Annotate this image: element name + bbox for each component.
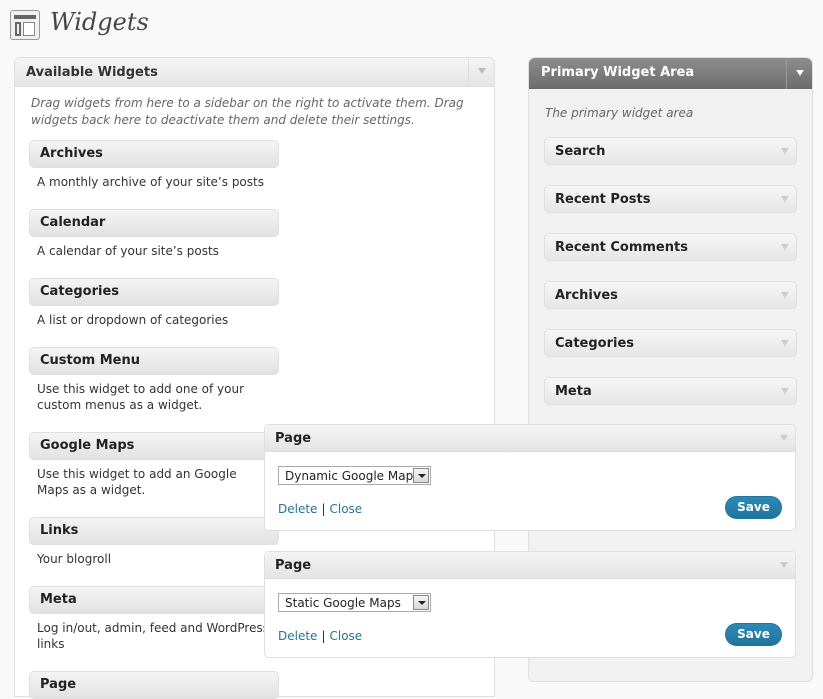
widget-page[interactable]: Page xyxy=(29,671,279,699)
widget-custom-menu[interactable]: Custom Menu Use this widget to add one o… xyxy=(29,347,279,413)
widget-description: A calendar of your site’s posts xyxy=(37,244,219,258)
dropdown-arrow-icon[interactable] xyxy=(413,468,429,483)
chevron-down-icon xyxy=(781,244,789,250)
map-type-selected-value: Dynamic Google Maps xyxy=(285,469,413,483)
collapse-toggle[interactable] xyxy=(773,552,795,578)
sidebar-widget-recent-posts[interactable]: Recent Posts xyxy=(544,185,797,213)
collapse-toggle[interactable] xyxy=(468,58,494,86)
delete-link[interactable]: Delete xyxy=(278,502,317,516)
widget-calendar[interactable]: Calendar A calendar of your site’s posts xyxy=(29,209,279,259)
page-widget-dynamic: Page Dynamic Google Maps Delete | Close Sa… xyxy=(264,424,796,531)
sidebar-widget-label: Archives xyxy=(555,288,618,303)
chevron-down-icon xyxy=(780,562,788,568)
close-link[interactable]: Close xyxy=(329,629,362,643)
sidebar-widget-search[interactable]: Search xyxy=(544,137,797,165)
sidebar-widget-recent-comments[interactable]: Recent Comments xyxy=(544,233,797,261)
chevron-down-icon xyxy=(781,388,789,394)
widget-title[interactable]: Meta xyxy=(29,586,279,614)
sidebar-widget-label: Recent Posts xyxy=(555,192,651,207)
widget-description: A list or dropdown of categories xyxy=(37,313,229,327)
save-button[interactable]: Save xyxy=(725,623,782,646)
sidebar-widget-label: Search xyxy=(555,144,606,159)
chevron-down-icon xyxy=(781,196,789,202)
link-separator: | xyxy=(321,629,326,643)
expand-toggle[interactable] xyxy=(774,138,796,164)
widget-title[interactable]: Links xyxy=(29,517,279,545)
collapse-toggle[interactable] xyxy=(773,425,795,451)
delete-link[interactable]: Delete xyxy=(278,629,317,643)
widget-title[interactable]: Archives xyxy=(29,140,279,168)
expand-toggle[interactable] xyxy=(774,282,796,308)
page-widget-header[interactable]: Page xyxy=(265,425,795,452)
map-type-select[interactable]: Dynamic Google Maps xyxy=(278,466,431,485)
page-widget-static: Page Static Google Maps Delete | Close Sav… xyxy=(264,551,796,658)
sidebar-widget-meta[interactable]: Meta xyxy=(544,377,797,405)
widget-google-maps[interactable]: Google Maps Use this widget to add an Go… xyxy=(29,432,279,498)
widget-title[interactable]: Categories xyxy=(29,278,279,306)
primary-widget-area-description: The primary widget area xyxy=(545,106,694,120)
expand-toggle[interactable] xyxy=(774,330,796,356)
map-type-selected-value: Static Google Maps xyxy=(285,596,401,610)
widget-description: Log in/out, admin, feed and WordPress li… xyxy=(37,621,269,651)
sidebar-widget-label: Recent Comments xyxy=(555,240,688,255)
sidebar-widget-categories[interactable]: Categories xyxy=(544,329,797,357)
page-widget-actions: Delete | Close xyxy=(278,629,362,643)
page-widget-title: Page xyxy=(275,558,312,573)
widget-title[interactable]: Calendar xyxy=(29,209,279,237)
widget-description: A monthly archive of your site’s posts xyxy=(37,175,264,189)
page-widget-header[interactable]: Page xyxy=(265,552,795,579)
expand-toggle[interactable] xyxy=(774,234,796,260)
widget-description: Your blogroll xyxy=(37,552,112,566)
available-widgets-title: Available Widgets xyxy=(26,65,158,80)
expand-toggle[interactable] xyxy=(774,186,796,212)
sidebar-widget-label: Meta xyxy=(555,384,592,399)
page-widget-title: Page xyxy=(275,431,312,446)
link-separator: | xyxy=(321,502,326,516)
expand-toggle[interactable] xyxy=(774,378,796,404)
available-widgets-header[interactable]: Available Widgets xyxy=(15,58,494,87)
chevron-down-icon xyxy=(478,68,486,74)
page-widget-actions: Delete | Close xyxy=(278,502,362,516)
chevron-down-icon xyxy=(781,292,789,298)
widgets-layout-icon xyxy=(10,10,40,40)
widget-description: Use this widget to add one of your custo… xyxy=(37,382,244,412)
chevron-down-icon xyxy=(780,435,788,441)
chevron-down-icon xyxy=(781,340,789,346)
sidebar-widget-archives[interactable]: Archives xyxy=(544,281,797,309)
widget-meta[interactable]: Meta Log in/out, admin, feed and WordPre… xyxy=(29,586,279,652)
widget-archives[interactable]: Archives A monthly archive of your site’… xyxy=(29,140,279,190)
widget-title[interactable]: Google Maps xyxy=(29,432,279,460)
available-widgets-description: Drag widgets from here to a sidebar on t… xyxy=(31,96,464,127)
widget-links[interactable]: Links Your blogroll xyxy=(29,517,279,567)
map-type-select[interactable]: Static Google Maps xyxy=(278,593,431,612)
dropdown-arrow-icon[interactable] xyxy=(413,595,429,610)
widget-title[interactable]: Page xyxy=(29,671,279,699)
widget-categories[interactable]: Categories A list or dropdown of categor… xyxy=(29,278,279,328)
collapse-toggle[interactable] xyxy=(786,58,812,89)
page-title: Widgets xyxy=(50,8,149,36)
save-button[interactable]: Save xyxy=(725,496,782,519)
primary-widget-area-title: Primary Widget Area xyxy=(541,65,695,80)
primary-widget-area-header[interactable]: Primary Widget Area xyxy=(529,58,812,89)
close-link[interactable]: Close xyxy=(329,502,362,516)
widget-title[interactable]: Custom Menu xyxy=(29,347,279,375)
chevron-down-icon xyxy=(781,148,789,154)
sidebar-widget-label: Categories xyxy=(555,336,635,351)
widget-description: Use this widget to add an Google Maps as… xyxy=(37,467,237,497)
chevron-down-icon xyxy=(796,70,804,76)
